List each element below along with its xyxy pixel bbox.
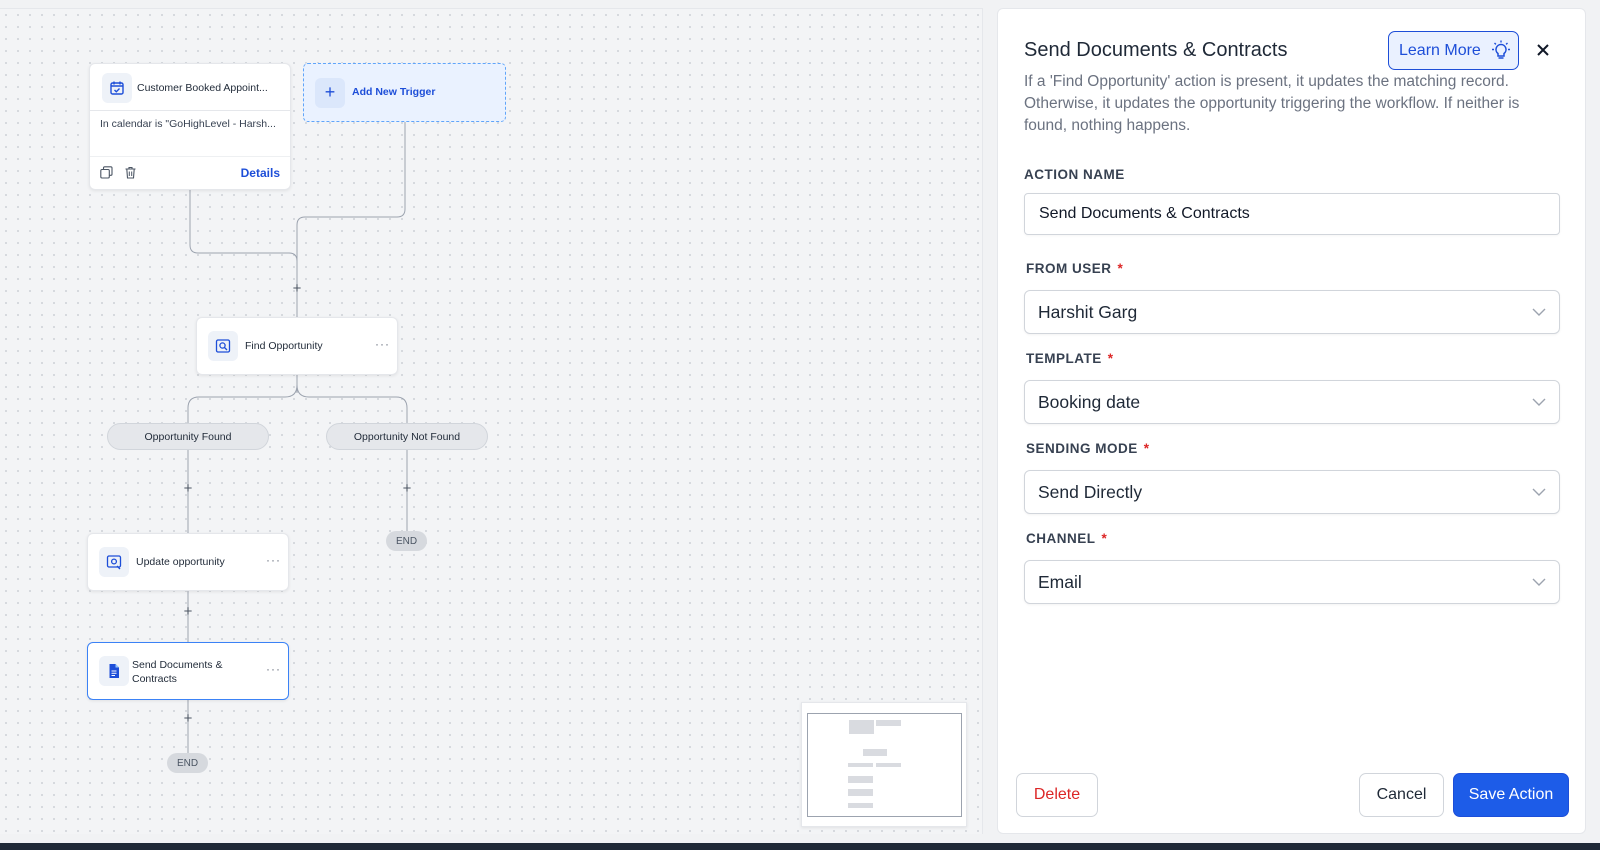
- close-icon[interactable]: [1531, 38, 1555, 62]
- more-menu-icon[interactable]: ···: [266, 553, 281, 567]
- from-user-select[interactable]: Harshit Garg: [1024, 290, 1560, 334]
- sending-mode-label: SENDING MODE *: [1026, 441, 1150, 456]
- trigger-condition: In calendar is "GoHighLevel - Harsh...: [100, 118, 276, 130]
- chevron-down-icon: [1532, 578, 1546, 586]
- action-name-input[interactable]: Send Documents & Contracts: [1024, 193, 1560, 235]
- sending-mode-select[interactable]: Send Directly: [1024, 470, 1560, 514]
- learn-more-button[interactable]: Learn More: [1388, 31, 1519, 70]
- template-select[interactable]: Booking date: [1024, 380, 1560, 424]
- trigger-title: Customer Booked Appoint...: [137, 82, 268, 94]
- channel-select[interactable]: Email: [1024, 560, 1560, 604]
- add-step-plus[interactable]: +: [181, 711, 195, 726]
- add-step-plus[interactable]: +: [400, 481, 414, 496]
- workflow-canvas[interactable]: Customer Booked Appoint... In calendar i…: [0, 8, 983, 834]
- lightbulb-icon: [1491, 40, 1510, 59]
- action-config-panel: Send Documents & Contracts Learn More If…: [997, 8, 1586, 834]
- panel-description: If a 'Find Opportunity' action is presen…: [1024, 73, 1520, 134]
- trigger-node[interactable]: Customer Booked Appoint... In calendar i…: [89, 63, 291, 190]
- end-marker: END: [386, 531, 427, 551]
- chevron-down-icon: [1532, 308, 1546, 316]
- from-user-label: FROM USER *: [1026, 261, 1124, 276]
- trash-icon[interactable]: [124, 166, 137, 184]
- details-link[interactable]: Details: [241, 166, 280, 180]
- panel-title: Send Documents & Contracts: [1024, 39, 1288, 61]
- minimap[interactable]: [801, 702, 967, 827]
- find-opportunity-node[interactable]: Find Opportunity ···: [196, 317, 398, 375]
- add-step-plus[interactable]: +: [181, 604, 195, 619]
- delete-button[interactable]: Delete: [1016, 773, 1098, 817]
- add-trigger-button[interactable]: + Add New Trigger: [303, 63, 506, 122]
- end-marker: END: [167, 753, 208, 773]
- calendar-check-icon: [102, 73, 132, 103]
- add-step-plus[interactable]: +: [181, 481, 195, 496]
- action-name-label: ACTION NAME: [1024, 167, 1125, 182]
- plus-icon: +: [315, 78, 345, 108]
- update-record-icon: [99, 547, 129, 577]
- copy-icon[interactable]: [100, 166, 113, 184]
- save-action-button[interactable]: Save Action: [1453, 773, 1569, 817]
- add-trigger-label: Add New Trigger: [352, 86, 436, 98]
- document-icon: [99, 656, 129, 686]
- update-opportunity-node[interactable]: Update opportunity ···: [87, 533, 289, 591]
- chevron-down-icon: [1532, 488, 1546, 496]
- more-menu-icon[interactable]: ···: [375, 337, 390, 351]
- more-menu-icon[interactable]: ···: [266, 662, 281, 676]
- cancel-button[interactable]: Cancel: [1359, 773, 1444, 817]
- send-documents-label: Send Documents & Contracts: [132, 659, 223, 685]
- chevron-down-icon: [1532, 398, 1546, 406]
- bottom-bar: [0, 843, 1600, 850]
- branch-opportunity-not-found[interactable]: Opportunity Not Found: [326, 423, 488, 450]
- send-documents-node[interactable]: Send Documents & Contracts ···: [87, 642, 289, 700]
- search-icon: [208, 331, 238, 361]
- branch-opportunity-found[interactable]: Opportunity Found: [107, 423, 269, 450]
- find-opportunity-label: Find Opportunity: [245, 340, 323, 352]
- template-label: TEMPLATE *: [1026, 351, 1114, 366]
- update-opportunity-label: Update opportunity: [136, 556, 225, 568]
- add-step-plus[interactable]: +: [290, 281, 304, 296]
- channel-label: CHANNEL *: [1026, 531, 1108, 546]
- minimap-viewport[interactable]: [807, 713, 962, 817]
